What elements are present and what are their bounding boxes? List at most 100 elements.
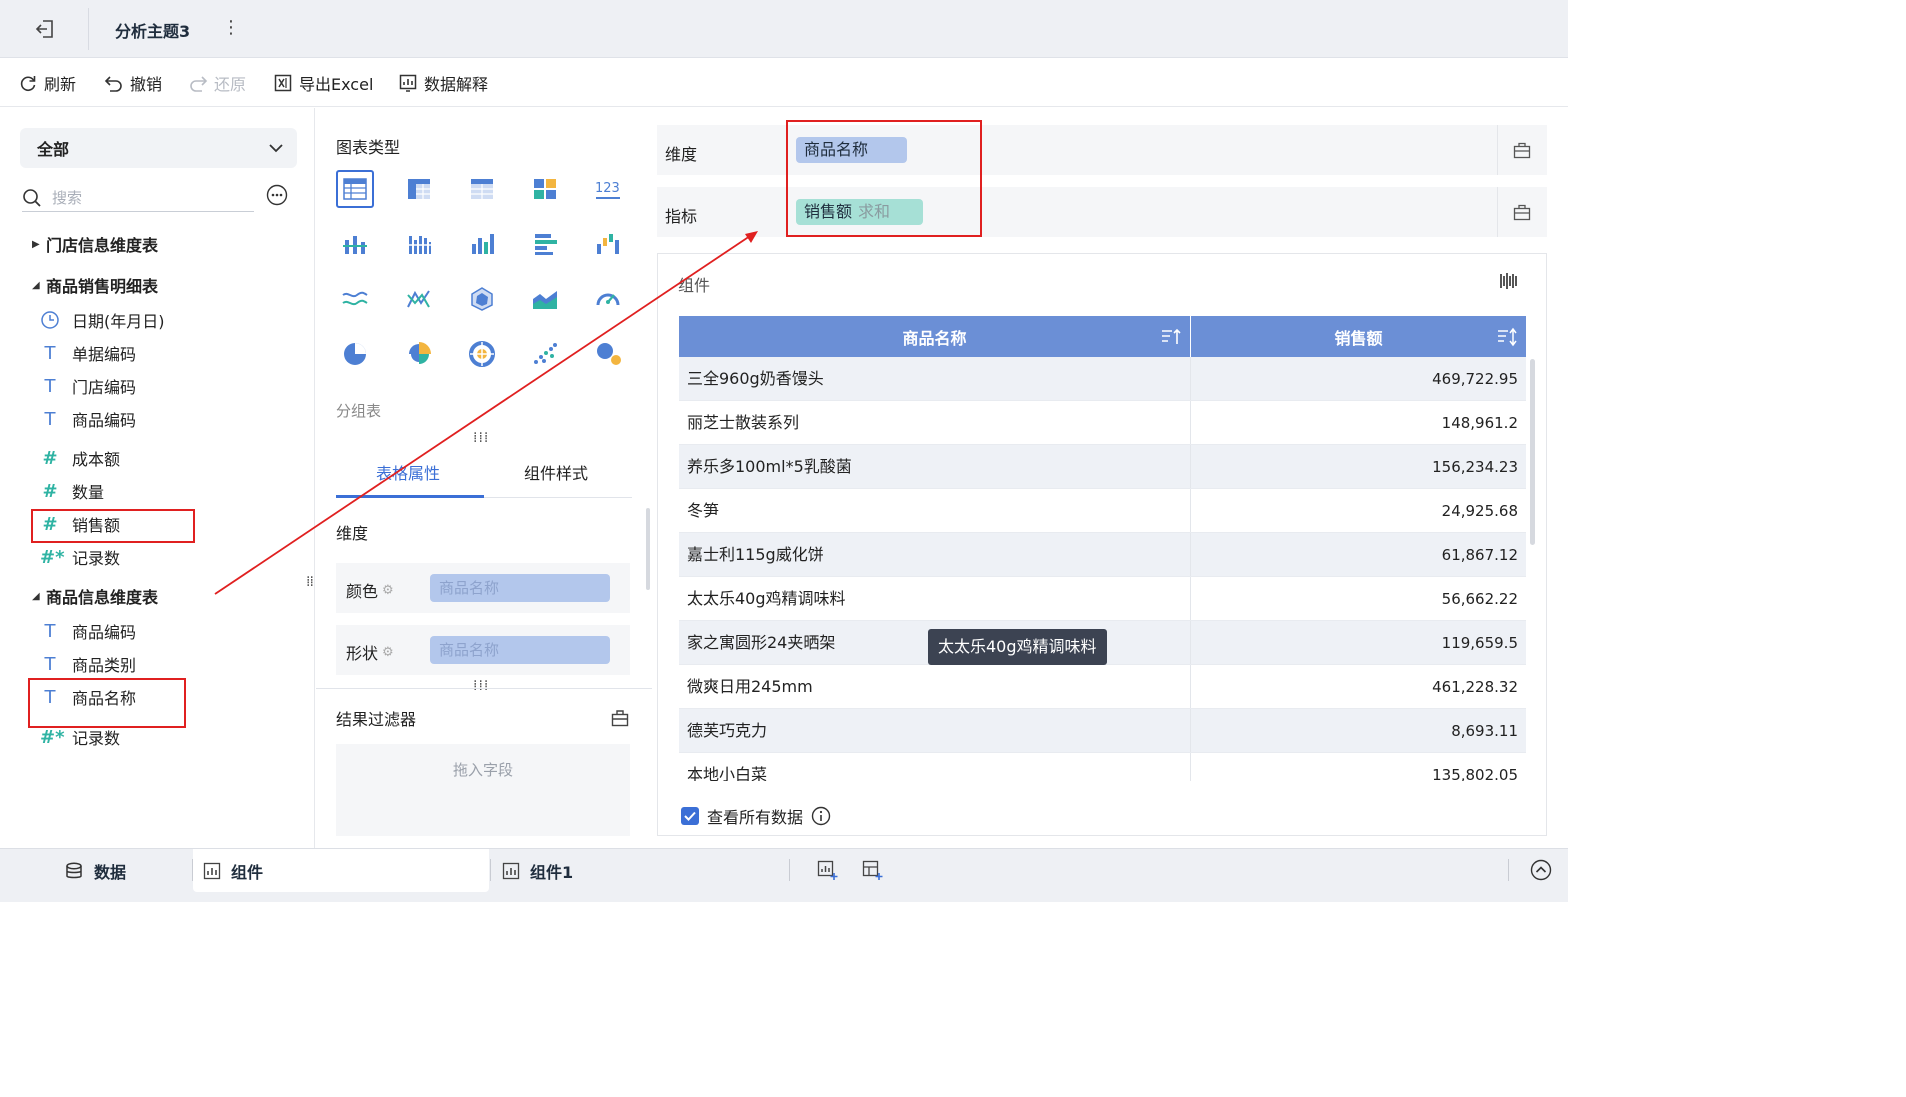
chart-type-bar[interactable] xyxy=(526,225,564,263)
group-table-icon xyxy=(343,178,367,200)
chart-type-column[interactable] xyxy=(463,225,501,263)
count-type-icon: #* xyxy=(40,726,65,748)
table-row[interactable]: 太太乐40g鸡精调味料 56,662.22 xyxy=(679,577,1526,621)
chart-type-pie[interactable] xyxy=(336,335,374,373)
filter-settings-icon[interactable] xyxy=(610,708,630,728)
more-options-icon[interactable] xyxy=(266,184,288,206)
exit-icon[interactable] xyxy=(34,18,56,40)
dataset-selector[interactable]: 全部 xyxy=(20,128,297,168)
chart-type-gauge[interactable] xyxy=(589,280,627,318)
gear-icon[interactable]: ⚙ xyxy=(382,645,394,660)
tab-table-properties[interactable]: 表格属性 xyxy=(376,460,440,484)
data-explain-icon xyxy=(399,74,417,92)
config-scrollbar[interactable] xyxy=(646,508,650,590)
field-doc-code[interactable]: T 单据编码 xyxy=(40,340,137,366)
table-row[interactable]: 本地小白菜 135,802.05 xyxy=(679,753,1526,781)
table-row[interactable]: 冬笋 24,925.68 xyxy=(679,489,1526,533)
chart-type-radar[interactable] xyxy=(463,280,501,318)
chart-type-rose[interactable] xyxy=(400,335,438,373)
table-row[interactable]: 嘉士利115g威化饼 61,867.12 xyxy=(679,533,1526,577)
tab-data[interactable]: 数据 xyxy=(64,849,184,892)
chart-type-cross-table[interactable] xyxy=(400,170,438,208)
undo-button[interactable]: 撤销 xyxy=(104,71,162,95)
add-component-icon[interactable] xyxy=(816,859,838,881)
gear-icon[interactable]: ⚙ xyxy=(382,583,394,598)
chart-type-waterfall[interactable] xyxy=(589,225,627,263)
detail-table-icon xyxy=(471,179,493,199)
column-header-product-name[interactable]: 商品名称 xyxy=(679,316,1191,357)
tree-group-store-dimension[interactable]: ▶ 门店信息维度表 xyxy=(32,231,158,257)
table-row[interactable]: 丽芝士散装系列 148,961.2 xyxy=(679,401,1526,445)
chart-type-kpi-card[interactable] xyxy=(526,170,564,208)
table-header: 商品名称 销售额 xyxy=(679,316,1526,357)
field-record-count[interactable]: #* 记录数 xyxy=(40,544,120,570)
export-excel-label: 导出Excel xyxy=(299,75,374,94)
component-preview-card: 组件 商品名称 销售额 三全960g奶香馒头 469,722.95 丽芝士散装系列… xyxy=(657,253,1547,836)
field-product-code[interactable]: T 商品编码 xyxy=(40,406,137,432)
column-header-sales[interactable]: 销售额 xyxy=(1191,316,1526,357)
table-scrollbar[interactable] xyxy=(1530,359,1535,545)
more-menu-icon[interactable]: ⋮ xyxy=(222,14,240,42)
toolbar: 刷新 撤销 还原 导出Excel 数据解释 xyxy=(0,59,1568,107)
annotation-box-fields xyxy=(786,120,982,237)
color-field-pill[interactable]: 商品名称 xyxy=(430,574,610,602)
tab-component-style[interactable]: 组件样式 xyxy=(524,460,588,484)
field-label: 日期(年月日) xyxy=(72,312,165,331)
cell-sales: 8,693.11 xyxy=(1451,722,1518,740)
field-product-code-2[interactable]: T 商品编码 xyxy=(40,618,137,644)
pie-chart-icon xyxy=(344,343,366,365)
view-all-checkbox[interactable] xyxy=(681,807,699,825)
chart-type-indicator[interactable]: 123 xyxy=(589,170,627,208)
collapse-up-icon[interactable] xyxy=(1530,859,1552,881)
cell-sales: 461,228.32 xyxy=(1432,678,1518,696)
barcode-icon[interactable] xyxy=(1498,270,1520,292)
field-date[interactable]: 日期(年月日) xyxy=(40,307,165,333)
export-excel-button[interactable]: 导出Excel xyxy=(273,71,373,95)
field-label: 单据编码 xyxy=(72,345,137,364)
cell-product-name: 冬笋 xyxy=(679,489,1191,532)
waterfall-icon xyxy=(597,234,619,254)
redo-button[interactable]: 还原 xyxy=(188,71,246,95)
refresh-button[interactable]: 刷新 xyxy=(18,71,76,95)
table-row[interactable]: 德芙巧克力 8,693.11 xyxy=(679,709,1526,753)
chart-type-stacked-bar[interactable] xyxy=(400,225,438,263)
table-row[interactable]: 三全960g奶香馒头 469,722.95 xyxy=(679,357,1526,401)
field-label: 商品类别 xyxy=(72,656,137,675)
tab-component1[interactable]: 组件1 xyxy=(502,849,573,892)
field-store-code[interactable]: T 门店编码 xyxy=(40,373,137,399)
table-row[interactable]: 微爽日用245mm 461,228.32 xyxy=(679,665,1526,709)
field-quantity[interactable]: # 数量 xyxy=(40,478,104,504)
tab-separator xyxy=(1508,859,1509,881)
add-dashboard-icon[interactable] xyxy=(861,859,883,881)
tree-group-sales-detail[interactable]: ◢ 商品销售明细表 xyxy=(32,272,158,298)
data-explain-button[interactable]: 数据解释 xyxy=(398,71,488,95)
shape-field-pill[interactable]: 商品名称 xyxy=(430,636,610,664)
chart-type-group-table[interactable] xyxy=(336,170,374,208)
chart-type-polyline[interactable] xyxy=(400,280,438,318)
cell-sales: 61,867.12 xyxy=(1441,546,1518,564)
dimension-settings-button[interactable] xyxy=(1497,125,1545,175)
chart-type-grouped-bar[interactable] xyxy=(336,225,374,263)
sort-icon[interactable] xyxy=(1496,326,1518,348)
info-icon[interactable] xyxy=(811,806,831,826)
field-product-category[interactable]: T 商品类别 xyxy=(40,651,137,677)
drag-handle-icon[interactable]: ⁞⁞⁞ xyxy=(473,678,489,694)
chart-type-detail-table[interactable] xyxy=(463,170,501,208)
undo-label: 撤销 xyxy=(130,75,163,94)
chart-type-bubble[interactable] xyxy=(589,335,627,373)
chart-tab-icon xyxy=(203,862,221,879)
sort-icon[interactable] xyxy=(1160,326,1182,348)
column-chart-icon xyxy=(472,234,494,254)
measure-settings-button[interactable] xyxy=(1497,187,1545,237)
search-field[interactable]: 搜索 xyxy=(22,184,254,212)
view-all-data-option[interactable]: 查看所有数据 xyxy=(681,804,831,828)
chart-type-area[interactable] xyxy=(526,280,564,318)
tab-component[interactable]: 组件 xyxy=(193,849,489,892)
chart-type-sunburst[interactable] xyxy=(463,335,501,373)
field-cost[interactable]: # 成本额 xyxy=(40,445,120,471)
result-filter-dropzone[interactable]: 拖入字段 xyxy=(336,744,630,836)
table-row[interactable]: 养乐多100ml*5乳酸菌 156,234.23 xyxy=(679,445,1526,489)
chart-type-scatter[interactable] xyxy=(526,335,564,373)
chart-type-line[interactable] xyxy=(336,280,374,318)
tree-group-product-dimension[interactable]: ◢ 商品信息维度表 xyxy=(32,583,158,609)
